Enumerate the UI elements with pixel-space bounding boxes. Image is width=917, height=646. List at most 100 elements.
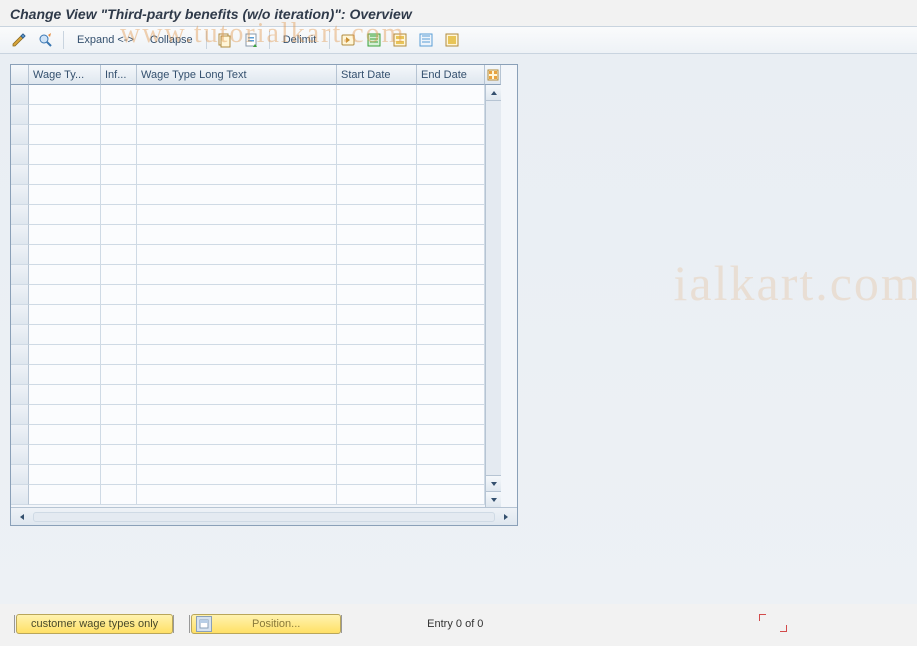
table-row[interactable] <box>11 265 485 285</box>
table-cell[interactable] <box>137 445 337 465</box>
table-cell[interactable] <box>337 305 417 325</box>
row-selector-cell[interactable] <box>11 185 29 205</box>
scroll-page-down-arrow-icon[interactable] <box>486 491 501 507</box>
table-row[interactable] <box>11 145 485 165</box>
table-cell[interactable] <box>417 405 485 425</box>
scroll-left-arrow-icon[interactable] <box>15 510 29 524</box>
table-cell[interactable] <box>137 385 337 405</box>
table-cell[interactable] <box>101 85 137 105</box>
table-cell[interactable] <box>29 425 101 445</box>
table-row[interactable] <box>11 85 485 105</box>
table-cell[interactable] <box>417 145 485 165</box>
table-cell[interactable] <box>417 105 485 125</box>
table-cell[interactable] <box>137 205 337 225</box>
table-cell[interactable] <box>417 265 485 285</box>
table-cell[interactable] <box>29 245 101 265</box>
table-cell[interactable] <box>337 125 417 145</box>
table-cell[interactable] <box>29 305 101 325</box>
table-cell[interactable] <box>337 265 417 285</box>
table-cell[interactable] <box>137 485 337 505</box>
scroll-up-arrow-icon[interactable] <box>486 85 501 101</box>
table-cell[interactable] <box>337 225 417 245</box>
table-row[interactable] <box>11 325 485 345</box>
table-cell[interactable] <box>101 305 137 325</box>
table-row[interactable] <box>11 465 485 485</box>
row-selector-cell[interactable] <box>11 265 29 285</box>
table-cell[interactable] <box>137 145 337 165</box>
table-cell[interactable] <box>337 485 417 505</box>
row-selector-cell[interactable] <box>11 385 29 405</box>
table-cell[interactable] <box>101 445 137 465</box>
table-cell[interactable] <box>337 405 417 425</box>
table-cell[interactable] <box>101 165 137 185</box>
table-row[interactable] <box>11 445 485 465</box>
column-header-wage-type[interactable]: Wage Ty... <box>29 65 101 85</box>
table-row[interactable] <box>11 425 485 445</box>
table-cell[interactable] <box>101 405 137 425</box>
copy-as-icon[interactable] <box>240 30 262 50</box>
scroll-right-arrow-icon[interactable] <box>499 510 513 524</box>
table-row[interactable] <box>11 305 485 325</box>
table-cell[interactable] <box>29 265 101 285</box>
table-row[interactable] <box>11 185 485 205</box>
table-cell[interactable] <box>137 345 337 365</box>
table-cell[interactable] <box>337 245 417 265</box>
undo-change-icon[interactable] <box>337 30 359 50</box>
scroll-down-arrow-icon[interactable] <box>486 475 501 491</box>
table-cell[interactable] <box>29 385 101 405</box>
deselect-all-icon[interactable] <box>415 30 437 50</box>
table-cell[interactable] <box>29 405 101 425</box>
table-cell[interactable] <box>137 105 337 125</box>
table-cell[interactable] <box>137 85 337 105</box>
table-cell[interactable] <box>101 465 137 485</box>
row-selector-cell[interactable] <box>11 285 29 305</box>
print-icon[interactable] <box>441 30 463 50</box>
column-header-start-date[interactable]: Start Date <box>337 65 417 85</box>
row-selector-cell[interactable] <box>11 425 29 445</box>
table-cell[interactable] <box>137 185 337 205</box>
position-button[interactable]: Position... <box>191 614 341 634</box>
table-cell[interactable] <box>337 445 417 465</box>
table-cell[interactable] <box>101 285 137 305</box>
table-cell[interactable] <box>137 245 337 265</box>
table-cell[interactable] <box>29 145 101 165</box>
table-cell[interactable] <box>417 285 485 305</box>
row-selector-cell[interactable] <box>11 305 29 325</box>
horizontal-scrollbar[interactable] <box>11 507 517 525</box>
table-row[interactable] <box>11 365 485 385</box>
table-cell[interactable] <box>137 325 337 345</box>
table-cell[interactable] <box>417 385 485 405</box>
table-row[interactable] <box>11 225 485 245</box>
table-cell[interactable] <box>337 205 417 225</box>
table-cell[interactable] <box>337 345 417 365</box>
table-cell[interactable] <box>137 465 337 485</box>
table-cell[interactable] <box>137 305 337 325</box>
table-cell[interactable] <box>101 225 137 245</box>
row-selector-cell[interactable] <box>11 445 29 465</box>
table-cell[interactable] <box>101 485 137 505</box>
table-cell[interactable] <box>29 165 101 185</box>
table-cell[interactable] <box>337 165 417 185</box>
vertical-scrollbar[interactable] <box>485 85 501 507</box>
table-cell[interactable] <box>29 325 101 345</box>
table-cell[interactable] <box>337 105 417 125</box>
table-cell[interactable] <box>137 425 337 445</box>
table-cell[interactable] <box>137 265 337 285</box>
table-row[interactable] <box>11 345 485 365</box>
table-row[interactable] <box>11 285 485 305</box>
table-cell[interactable] <box>101 145 137 165</box>
table-cell[interactable] <box>101 265 137 285</box>
table-cell[interactable] <box>417 165 485 185</box>
table-cell[interactable] <box>417 225 485 245</box>
table-cell[interactable] <box>101 185 137 205</box>
table-cell[interactable] <box>337 425 417 445</box>
table-cell[interactable] <box>29 465 101 485</box>
table-row[interactable] <box>11 125 485 145</box>
table-cell[interactable] <box>337 185 417 205</box>
table-cell[interactable] <box>417 445 485 465</box>
table-cell[interactable] <box>29 105 101 125</box>
table-row[interactable] <box>11 105 485 125</box>
row-selector-cell[interactable] <box>11 465 29 485</box>
column-header-infotype[interactable]: Inf... <box>101 65 137 85</box>
row-selector-cell[interactable] <box>11 325 29 345</box>
